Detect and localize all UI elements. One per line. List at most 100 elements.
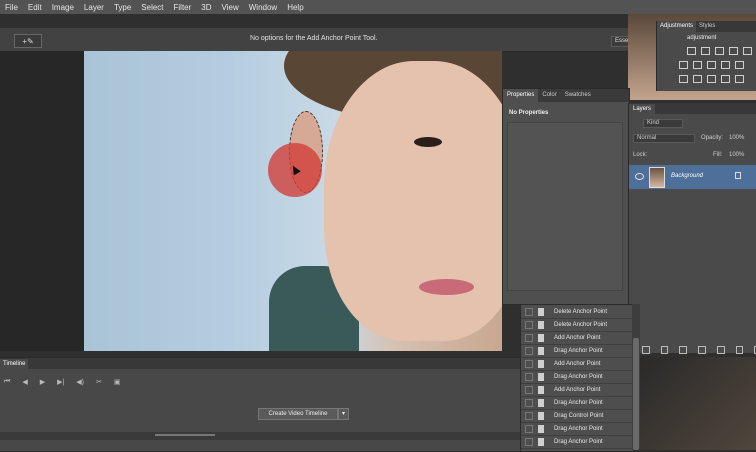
history-item-label: Add Anchor Point (554, 386, 601, 393)
photo-filter-icon[interactable] (721, 61, 730, 69)
menu-type[interactable]: Type (109, 3, 136, 12)
history-item[interactable]: Add Anchor Point (521, 357, 633, 371)
levels-icon[interactable] (701, 47, 710, 55)
history-item[interactable]: Drag Anchor Point (521, 435, 633, 449)
play-icon[interactable]: ▶ (40, 378, 45, 386)
opacity-value[interactable]: 100% (729, 135, 753, 141)
fill-value[interactable]: 100% (729, 152, 753, 158)
adjustment-layer-icon[interactable] (698, 346, 706, 354)
menu-file[interactable]: File (0, 3, 23, 12)
layers-footer (636, 344, 756, 356)
adjustments-tabs: Adjustments Styles (657, 21, 756, 32)
curves-icon[interactable] (715, 47, 724, 55)
layers-tab-bar: Layers (629, 103, 756, 114)
history-snapshot-checkbox[interactable] (525, 398, 533, 407)
history-item-label: Drag Anchor Point (554, 399, 603, 406)
go-to-first-frame-icon[interactable]: ⏮ (4, 378, 10, 386)
history-snapshot-checkbox[interactable] (525, 372, 533, 381)
layer-name[interactable]: Background (671, 173, 703, 179)
properties-title: No Properties (509, 110, 549, 116)
history-snapshot-checkbox[interactable] (525, 346, 533, 355)
history-snapshot-checkbox[interactable] (525, 320, 533, 329)
menu-edit[interactable]: Edit (23, 3, 47, 12)
menu-filter[interactable]: Filter (169, 3, 197, 12)
properties-content (507, 122, 623, 291)
selective-color-icon[interactable] (735, 75, 744, 83)
history-state-icon (538, 398, 544, 407)
history-scroll-thumb[interactable] (633, 338, 639, 450)
history-snapshot-checkbox[interactable] (525, 333, 533, 342)
properties-tabs: Properties Color Swatches (503, 89, 629, 102)
history-item-label: Drag Anchor Point (554, 425, 603, 432)
black-white-icon[interactable] (707, 61, 716, 69)
tab-styles[interactable]: Styles (696, 21, 718, 32)
blend-mode-select[interactable]: Normal (633, 134, 695, 143)
menu-help[interactable]: Help (282, 3, 308, 12)
tool-preset-picker[interactable]: +✎ (14, 34, 42, 48)
timeline-mode-dropdown[interactable]: ▾ (338, 408, 349, 420)
timeline-tab-bar: Timeline (0, 358, 520, 369)
next-frame-icon[interactable]: ▶| (57, 378, 64, 386)
brightness-icon[interactable] (687, 47, 696, 55)
tab-adjustments[interactable]: Adjustments (657, 21, 697, 32)
tab-swatches[interactable]: Swatches (561, 89, 595, 102)
history-item[interactable]: Delete Anchor Point (521, 318, 633, 332)
history-item[interactable]: Delete Anchor Point (521, 305, 633, 319)
history-snapshot-checkbox[interactable] (525, 385, 533, 394)
history-snapshot-checkbox[interactable] (525, 424, 533, 433)
history-state-icon (538, 385, 544, 394)
menu-image[interactable]: Image (47, 3, 79, 12)
history-snapshot-checkbox[interactable] (525, 359, 533, 368)
photo-face (324, 61, 502, 341)
history-item[interactable]: Drag Control Point (521, 409, 633, 423)
history-item[interactable]: Drag Anchor Point (521, 370, 633, 384)
fx-icon[interactable] (660, 346, 669, 354)
audio-icon[interactable]: ◀) (76, 378, 84, 386)
layer-kind-filter[interactable]: Kind (643, 119, 683, 128)
posterize-icon[interactable] (693, 75, 702, 83)
exposure-icon[interactable] (729, 47, 738, 55)
history-item-label: Delete Anchor Point (554, 308, 608, 315)
previous-frame-icon[interactable]: ◀ (22, 378, 27, 386)
add-mask-icon[interactable] (679, 346, 688, 354)
hue-saturation-icon[interactable] (679, 61, 688, 69)
color-balance-icon[interactable] (693, 61, 702, 69)
history-item-label: Add Anchor Point (554, 334, 601, 341)
photo-lips (419, 279, 474, 295)
new-group-icon[interactable] (716, 346, 725, 354)
create-video-timeline-button[interactable]: Create Video Timeline (258, 408, 338, 420)
new-layer-icon[interactable] (735, 346, 744, 354)
visibility-eye-icon[interactable] (635, 173, 644, 180)
history-item[interactable]: Drag Anchor Point (521, 396, 633, 410)
gradient-map-icon[interactable] (721, 75, 730, 83)
tab-layers[interactable]: Layers (629, 104, 656, 114)
tab-timeline[interactable]: Timeline (0, 359, 29, 369)
invert-icon[interactable] (679, 75, 688, 83)
tab-color[interactable]: Color (538, 89, 560, 102)
menu-layer[interactable]: Layer (79, 3, 109, 12)
timeline-footer (0, 432, 520, 440)
link-layers-icon[interactable] (642, 346, 650, 354)
document-canvas[interactable] (84, 51, 502, 351)
tab-properties[interactable]: Properties (503, 89, 539, 102)
history-snapshot-checkbox[interactable] (525, 307, 533, 316)
vibrance-icon[interactable] (743, 47, 752, 55)
history-item[interactable]: Add Anchor Point (521, 383, 633, 397)
history-snapshot-checkbox[interactable] (525, 411, 533, 420)
history-state-icon (538, 333, 544, 342)
split-icon[interactable]: ✂ (96, 378, 102, 386)
channel-mixer-icon[interactable] (735, 61, 744, 69)
menu-select[interactable]: Select (136, 3, 168, 12)
timeline-zoom-slider[interactable] (155, 434, 215, 436)
menu-window[interactable]: Window (244, 3, 282, 12)
transition-icon[interactable]: ▣ (114, 378, 121, 386)
history-item[interactable]: Drag Anchor Point (521, 422, 633, 436)
history-snapshot-checkbox[interactable] (525, 437, 533, 446)
history-item[interactable]: Drag Anchor Point (521, 344, 633, 358)
history-item[interactable]: Add Anchor Point (521, 331, 633, 345)
menu-3d[interactable]: 3D (196, 3, 216, 12)
threshold-icon[interactable] (707, 75, 716, 83)
menu-view[interactable]: View (217, 3, 244, 12)
adjustments-panel: Adjustments Styles adjustment (656, 21, 756, 91)
layer-row-background[interactable]: Background (629, 165, 756, 189)
